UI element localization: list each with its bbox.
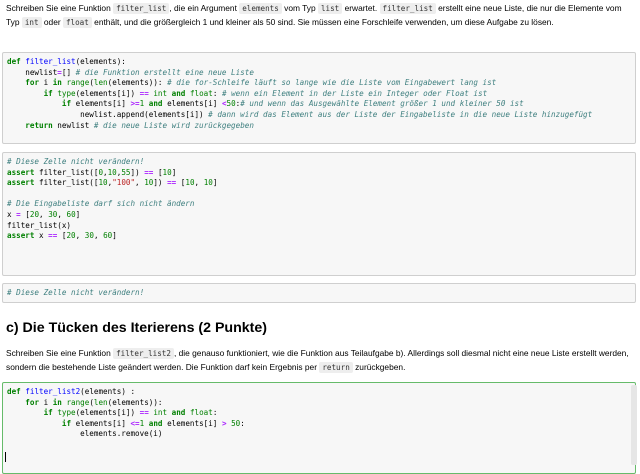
task-text: zurückgeben. <box>352 361 406 372</box>
intro-text: Schreiben Sie eine Funktion <box>6 3 114 13</box>
intro-text: enthält, und die größergleich 1 und klei… <box>91 16 554 27</box>
section-heading: c) Die Tücken des Iterierens (2 Punkte) <box>6 320 267 336</box>
intro-text: , die ein Argument <box>169 3 240 13</box>
intro-paragraph: Schreiben Sie eine Funktion filter_list,… <box>6 2 632 30</box>
code-editor[interactable]: def filter_list2(elements) : for i in ra… <box>3 383 635 440</box>
task-text: Schreiben Sie eine Funktion <box>6 348 114 358</box>
intro-text: erwartet. <box>342 3 380 13</box>
code-line: assert filter_list([10,"100", 10]) == [1… <box>7 178 218 188</box>
code-line: assert filter_list([0,10,55]) == [10] <box>7 167 177 177</box>
code-line: # Die Eingabeliste darf sich nicht änder… <box>7 199 195 209</box>
code-cell-comment[interactable]: # Diese Zelle nicht verändern! <box>2 283 636 303</box>
code-line: if elements[i] >=1 and elements[i] <50:#… <box>61 99 524 109</box>
code-line: if type(elements[i]) == int and float: <box>43 408 218 418</box>
code-cell-tests[interactable]: # Diese Zelle nicht verändern! assert fil… <box>2 152 636 276</box>
intro-text: oder <box>41 16 63 27</box>
code-line: def filter_list(elements): <box>7 57 126 66</box>
code-editor[interactable]: # Diese Zelle nicht verändern! <box>3 284 635 299</box>
code-editor[interactable]: # Diese Zelle nicht verändern! assert fil… <box>3 153 635 242</box>
code-cell-filter-list2[interactable]: def filter_list2(elements) : for i in ra… <box>2 382 636 474</box>
task-paragraph: Schreiben Sie eine Funktion filter_list2… <box>6 347 632 375</box>
inline-code: elements <box>239 3 282 14</box>
scrollbar[interactable] <box>631 385 637 465</box>
inline-code: int <box>21 16 42 28</box>
inline-code: filter_list <box>113 3 170 14</box>
inline-code: list <box>317 3 343 14</box>
code-line: for i in range(len(elements)): # die for… <box>25 78 497 88</box>
code-line: filter_list(x) <box>7 220 72 230</box>
code-line: newlist.append(elements[i]) # dann wird … <box>7 109 593 119</box>
inline-code: float <box>62 16 92 28</box>
code-editor[interactable]: def filter_list(elements): newlist=[] # … <box>3 53 635 131</box>
inline-code: filter_list2 <box>113 348 174 359</box>
inline-code: filter_list <box>379 3 436 14</box>
code-line: assert x == [20, 30, 60] <box>7 231 117 241</box>
code-line: if elements[i] <=1 and elements[i] > 50: <box>61 418 245 428</box>
code-line: # Diese Zelle nicht verändern! <box>7 157 145 166</box>
code-line: newlist=[] # die Funktion erstellt eine … <box>7 67 254 77</box>
text-cursor <box>5 452 6 462</box>
code-line: if type(elements[i]) == int and float: #… <box>43 88 488 98</box>
intro-text: vom Typ <box>281 3 318 13</box>
code-line: def filter_list2(elements) : <box>7 387 136 396</box>
code-line: for i in range(len(elements)): <box>25 397 163 407</box>
code-cell-filter-list[interactable]: def filter_list(elements): newlist=[] # … <box>2 52 636 144</box>
code-line: return newlist # die neue Liste wird zur… <box>25 120 254 130</box>
code-line: # Diese Zelle nicht verändern! <box>7 288 145 297</box>
code-line: x = [20, 30, 60] <box>7 209 81 219</box>
code-line: elements.remove(i) <box>7 429 163 439</box>
inline-code: return <box>319 361 353 373</box>
